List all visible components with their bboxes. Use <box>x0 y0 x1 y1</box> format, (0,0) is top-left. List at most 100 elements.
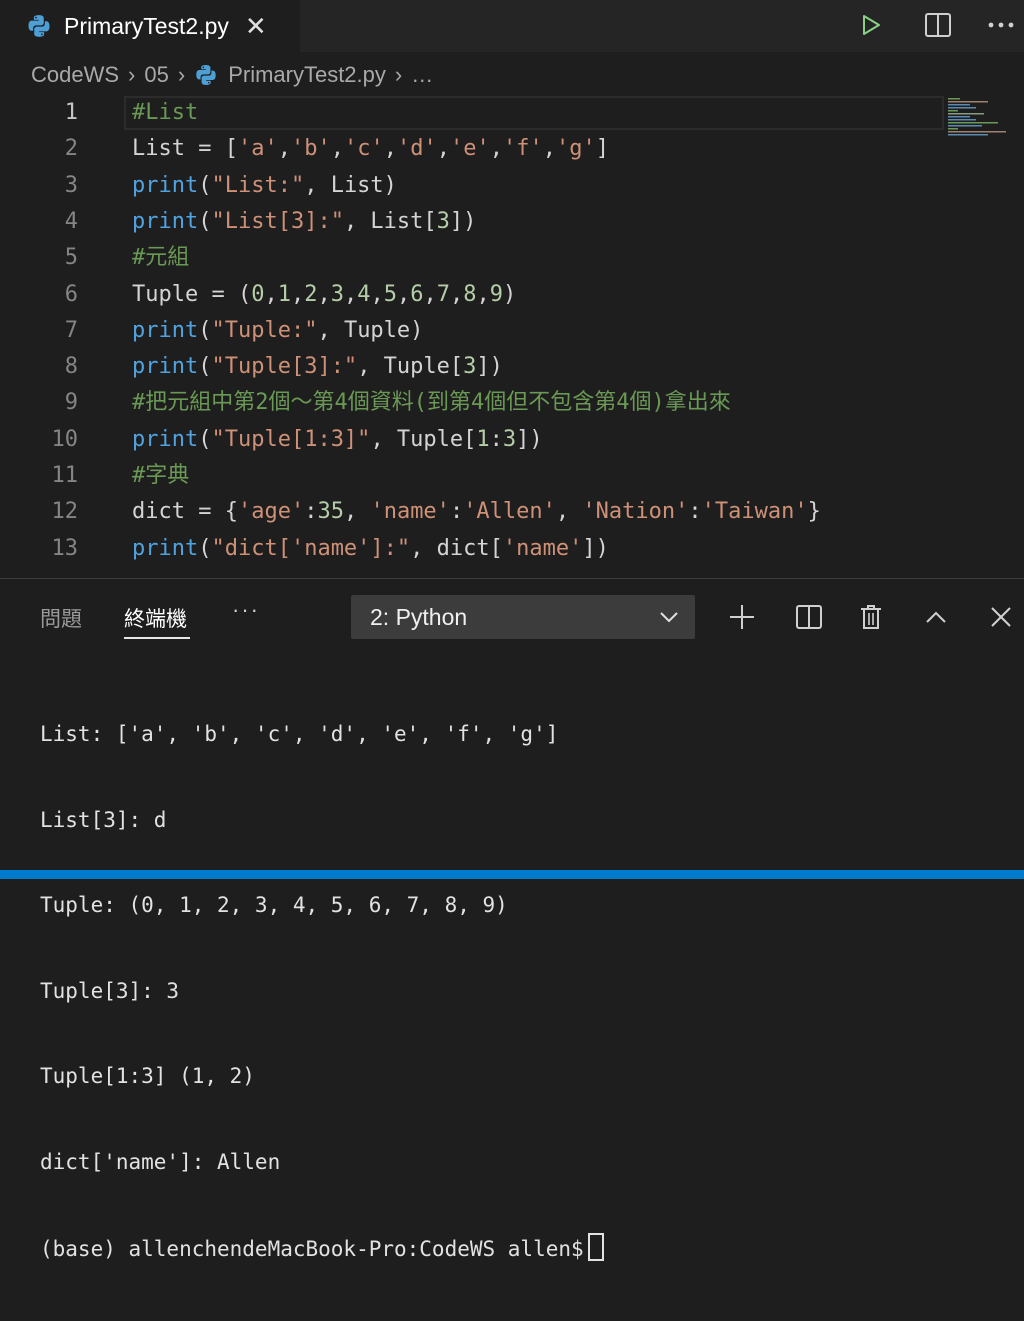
code-line[interactable]: 7 print("Tuple:", Tuple) <box>0 313 1024 349</box>
code-token: , <box>489 136 503 162</box>
code-token: "Tuple[3]:" <box>211 354 358 380</box>
code-token: #字典 <box>132 463 190 488</box>
code-line[interactable]: 3 print("List:", List) <box>0 168 1024 204</box>
code-text: print("Tuple:", Tuple) <box>132 313 423 349</box>
code-token: : <box>449 499 464 525</box>
code-token: 8 <box>463 281 477 307</box>
plus-icon[interactable] <box>724 599 760 635</box>
terminal-output[interactable]: List: ['a', 'b', 'c', 'd', 'e', 'f', 'g'… <box>40 663 1020 1321</box>
code-line[interactable]: 8 print("Tuple[3]:", Tuple[3]) <box>0 349 1024 385</box>
code-token: 0 <box>251 281 265 307</box>
code-line[interactable]: 1 #List <box>0 95 1024 131</box>
line-number: 8 <box>64 354 78 380</box>
code-token: ] <box>595 136 609 162</box>
code-line[interactable]: 4 print("List[3]:", List[3]) <box>0 204 1024 240</box>
code-token: , dict[ <box>410 535 503 561</box>
terminal-cursor <box>587 1233 604 1261</box>
terminal-line: Tuple[3]: 3 <box>40 978 180 1003</box>
code-token: , <box>264 281 278 307</box>
line-number: 10 <box>51 426 79 452</box>
terminal-select-value: 2: Python <box>370 603 468 630</box>
line-number: 12 <box>51 499 79 525</box>
chevron-up-icon[interactable] <box>918 599 954 635</box>
code-line[interactable]: 2 List = ['a','b','c','d','e','f','g'] <box>0 131 1024 167</box>
code-token: 3 <box>502 426 517 452</box>
code-token: #把元組中第2個～第4個資料(到第4個但不包含第4個)拿出來 <box>132 390 731 416</box>
code-token: 'a' <box>237 136 278 162</box>
terminal-line: List[3]: d <box>40 807 167 832</box>
code-token: , Tuple) <box>317 317 424 343</box>
line-number: 2 <box>64 136 78 162</box>
code-token: ( <box>198 317 212 343</box>
code-token: 'g' <box>555 136 596 162</box>
code-token: List = [ <box>132 136 238 162</box>
minimap[interactable] <box>948 96 1008 136</box>
code-token: dict = { <box>132 499 238 525</box>
terminal-prompt: (base) allenchendeMacBook-Pro:CodeWS all… <box>40 1237 584 1261</box>
code-token: , <box>396 281 411 307</box>
code-text: List = ['a','b','c','d','e','f','g'] <box>132 131 609 167</box>
code-text: print("List[3]:", List[3]) <box>132 204 476 240</box>
code-text: print("Tuple[1:3]", Tuple[1:3]) <box>132 422 543 458</box>
code-token: ( <box>198 426 212 452</box>
code-text: print("List:", List) <box>132 168 397 204</box>
code-text: #字典 <box>132 458 189 494</box>
breadcrumb-item-folder[interactable]: CodeWS <box>31 62 119 88</box>
code-token: 1 <box>476 426 490 452</box>
code-text: #List <box>132 95 198 131</box>
code-line[interactable]: 6 Tuple = (0,1,2,3,4,5,6,7,8,9) <box>0 277 1024 313</box>
code-token: print <box>132 354 199 380</box>
code-token: 9 <box>489 281 503 307</box>
tab-problems[interactable]: 問題 <box>40 603 82 633</box>
terminal-line: Tuple[1:3] (1, 2) <box>40 1064 255 1088</box>
code-text: print("dict['name']:", dict['name']) <box>132 531 609 567</box>
code-token: "Tuple[1:3]" <box>211 426 371 452</box>
active-tab-indicator <box>124 637 190 639</box>
code-token: 'name' <box>502 535 583 561</box>
code-token: 'c' <box>343 136 384 162</box>
split-editor-icon[interactable] <box>921 8 955 42</box>
more-icon[interactable] <box>984 8 1018 42</box>
tab-terminal[interactable]: 終端機 <box>124 603 187 633</box>
breadcrumb-item-file[interactable]: PrimaryTest2.py <box>228 62 386 88</box>
more-icon[interactable]: ··· <box>232 597 260 623</box>
code-line[interactable]: 9 #把元組中第2個～第4個資料(到第4個但不包含第4個)拿出來 <box>0 385 1024 421</box>
breadcrumb-item-symbols[interactable]: … <box>411 62 433 88</box>
code-token: 3 <box>330 281 344 307</box>
close-panel-icon[interactable] <box>983 599 1019 635</box>
code-token: Tuple = ( <box>132 281 252 307</box>
code-line[interactable]: 11 #字典 <box>0 458 1024 494</box>
code-line[interactable]: 5 #元組 <box>0 240 1024 276</box>
code-token: #元組 <box>132 245 190 271</box>
code-token: , <box>343 281 358 307</box>
code-token: #List <box>132 100 199 125</box>
terminal-prompt-line: (base) allenchendeMacBook-Pro:CodeWS all… <box>40 1233 1020 1264</box>
breadcrumb: CodeWS › 05 › PrimaryTest2.py › … <box>0 52 1024 98</box>
python-file-icon <box>196 65 216 85</box>
status-bar <box>0 870 1024 879</box>
code-text: dict = {'age':35, 'name':'Allen', 'Natio… <box>132 494 821 530</box>
code-token: 'Allen' <box>463 499 556 525</box>
editor-tab-bar: PrimaryTest2.py ✕ <box>0 0 1024 52</box>
python-file-icon <box>28 15 50 37</box>
code-token: ( <box>198 208 212 234</box>
breadcrumb-item-subfolder[interactable]: 05 <box>144 62 168 88</box>
code-token: ]) <box>582 535 609 561</box>
code-token: 'f' <box>502 136 543 162</box>
code-line[interactable]: 10 print("Tuple[1:3]", Tuple[1:3]) <box>0 422 1024 458</box>
code-text: Tuple = (0,1,2,3,4,5,6,7,8,9) <box>132 277 516 313</box>
trash-icon[interactable] <box>853 599 889 635</box>
close-icon[interactable]: ✕ <box>245 13 267 39</box>
terminal-select[interactable]: 2: Python <box>351 595 695 639</box>
code-line[interactable]: 12 dict = {'age':35, 'name':'Allen', 'Nat… <box>0 494 1024 530</box>
code-editor[interactable]: 1 #List 2 List = ['a','b','c','d','e','f','… <box>0 96 1024 578</box>
code-token: , <box>317 281 331 307</box>
code-line[interactable]: 13 print("dict['name']:", dict['name']) <box>0 531 1024 567</box>
split-terminal-icon[interactable] <box>791 599 827 635</box>
code-text: print("Tuple[3]:", Tuple[3]) <box>132 349 503 385</box>
terminal-panel: 問題 終端機 ··· 2: Python List: ['a', 'b', 'c… <box>0 579 1024 1261</box>
editor-tab[interactable]: PrimaryTest2.py ✕ <box>0 0 300 52</box>
code-token: : <box>304 499 318 525</box>
code-token: : <box>489 426 503 452</box>
run-icon[interactable] <box>854 8 888 42</box>
